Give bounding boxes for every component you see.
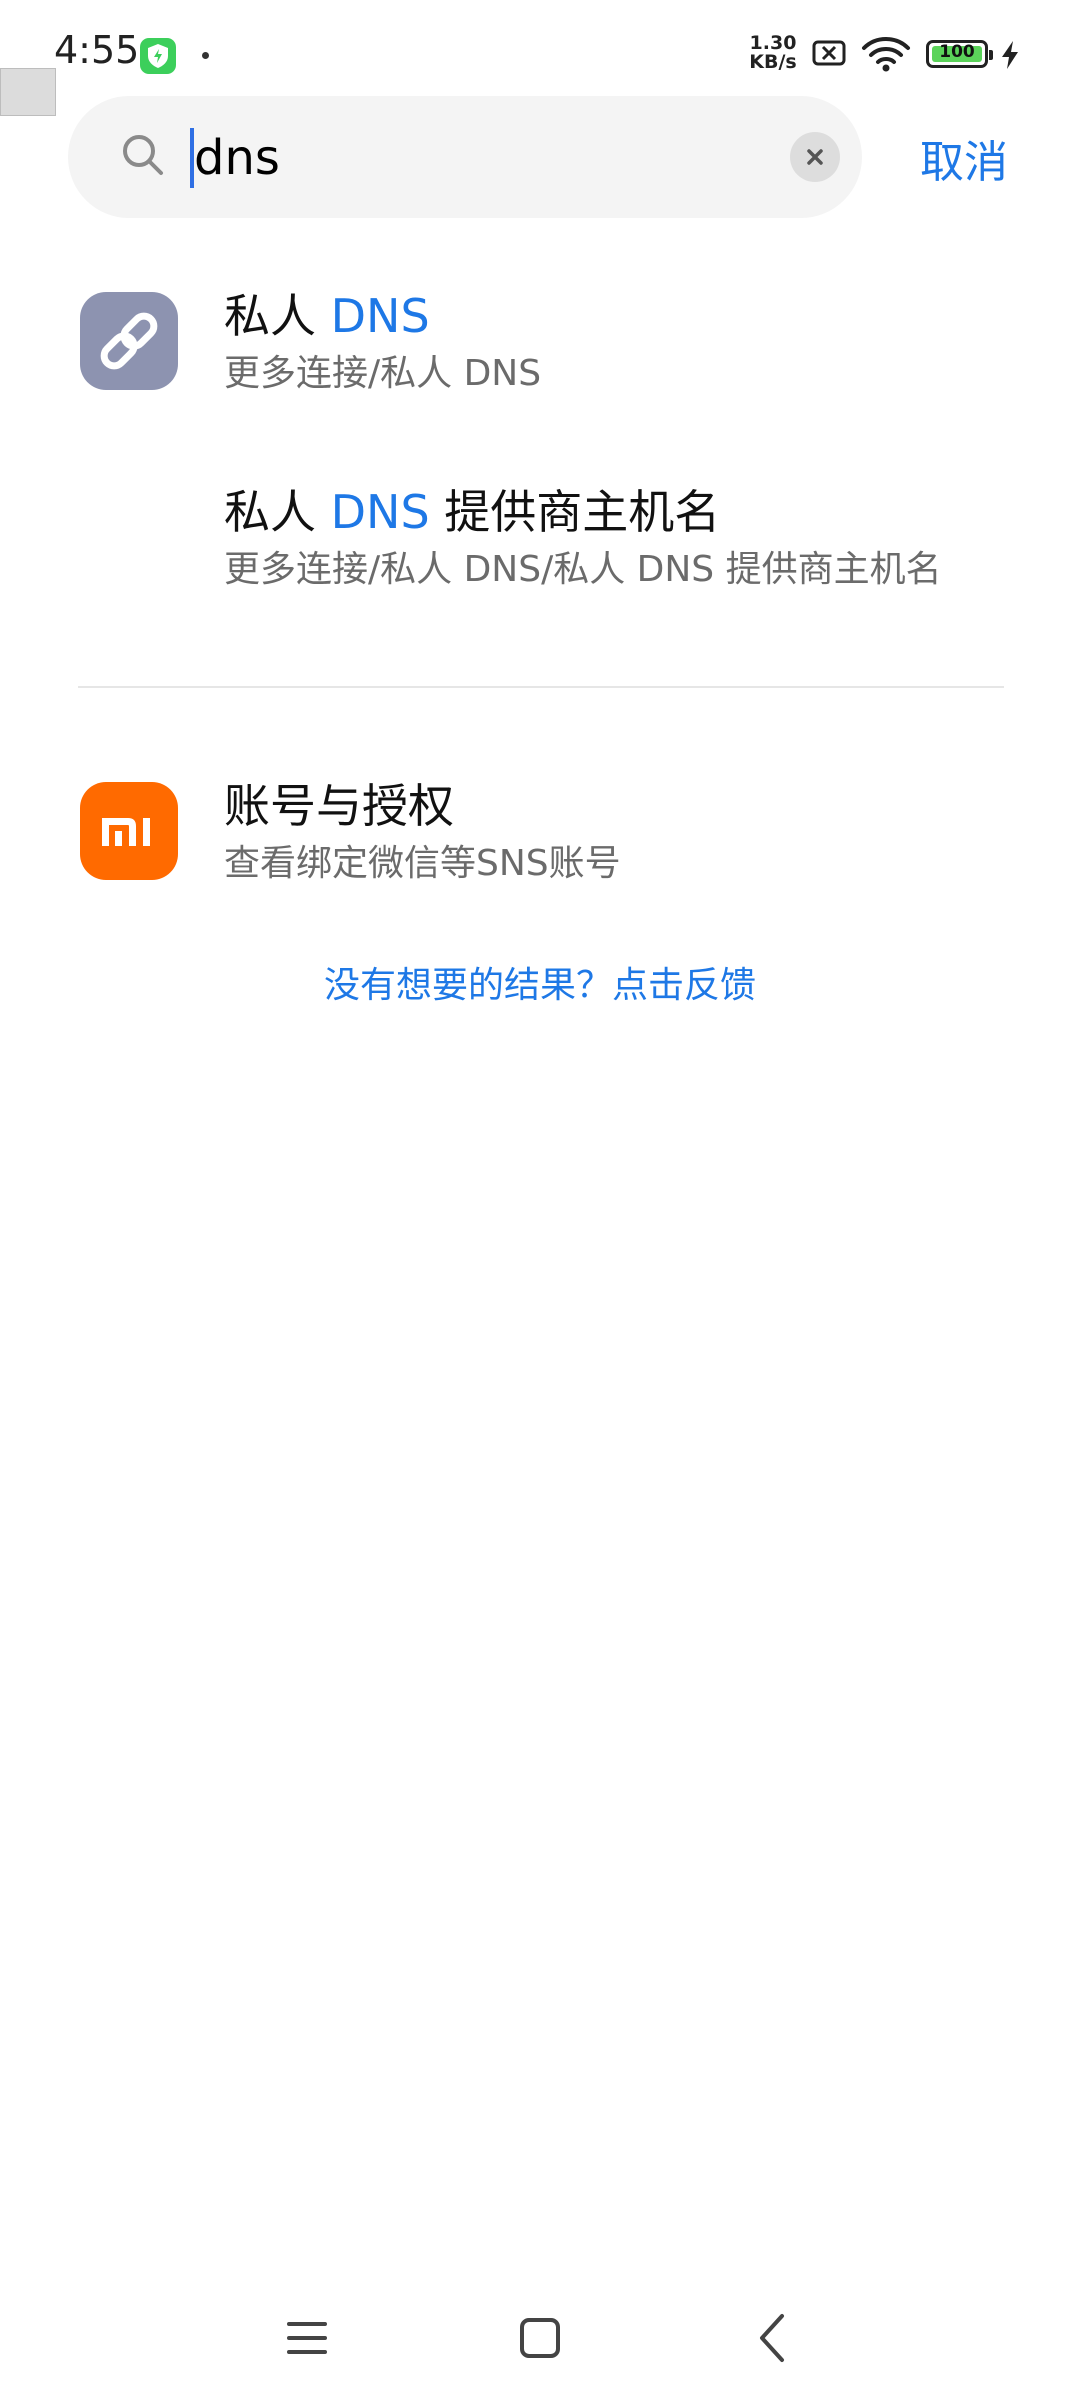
wifi-icon [862,37,910,72]
cancel-button[interactable]: 取消 [920,126,1008,190]
result-title-prefix: 私人 [224,289,331,343]
result-title-highlight: DNS [330,289,430,343]
status-bar: 4:55 1.30 KB/s 100 [0,0,1080,110]
home-icon[interactable] [518,2316,562,2360]
result-subtitle: 更多连接/私人 DNS/私人 DNS 提供商主机名 [224,549,942,590]
notification-dot-icon [202,52,209,59]
section-divider [78,686,1004,688]
network-speed-unit: KB/s [749,51,797,73]
result-title-suffix: 提供商主机名 [429,485,721,539]
floating-edge-tab[interactable] [0,68,56,116]
network-speed: 1.30 KB/s [748,34,798,72]
battery-level: 100 [939,42,975,62]
clear-search-button[interactable] [790,132,840,182]
result-title-private-dns[interactable]: 私人 DNS [224,280,430,346]
result-title-private-dns-hostname[interactable]: 私人 DNS 提供商主机名 [224,476,720,542]
back-icon[interactable] [756,2312,788,2364]
charging-bolt-icon [1002,41,1018,69]
menu-icon[interactable] [286,2318,328,2358]
battery-icon: 100 [926,40,993,68]
link-icon [80,292,178,390]
security-shield-icon [140,38,176,74]
close-icon [807,149,823,165]
status-time: 4:55 [54,28,140,72]
result-title-prefix: 私人 [224,485,331,539]
no-sim-icon [812,40,846,66]
mi-logo-icon [80,782,178,880]
search-input[interactable] [194,118,774,198]
result-subtitle: 查看绑定微信等SNS账号 [224,843,621,884]
result-title-highlight: DNS [330,485,430,539]
search-icon [123,135,163,175]
feedback-link[interactable]: 没有想要的结果？点击反馈 [0,956,1080,1008]
result-title-account[interactable]: 账号与授权 [224,770,454,836]
result-subtitle: 更多连接/私人 DNS [224,353,542,394]
